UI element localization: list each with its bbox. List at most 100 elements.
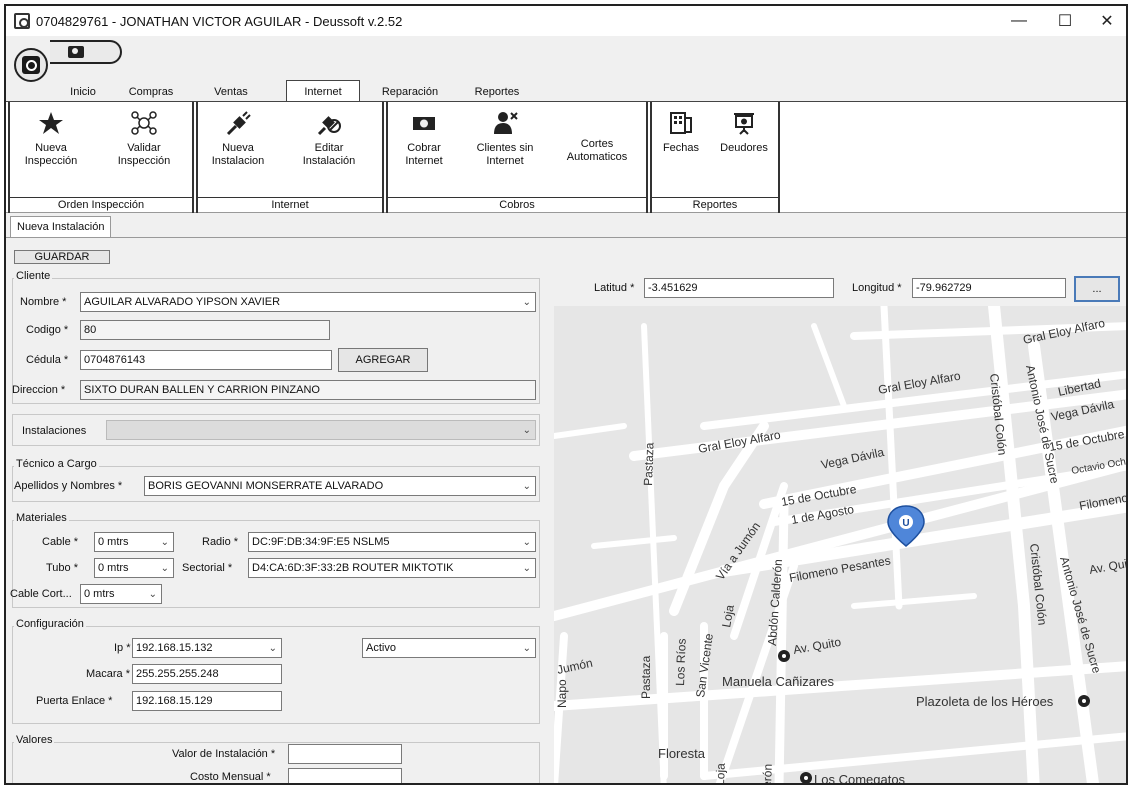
tab-reportes[interactable]: Reportes bbox=[462, 82, 532, 102]
map-street-label: Loja bbox=[713, 763, 728, 785]
cedula-field[interactable]: 0704876143 bbox=[80, 350, 332, 370]
group-label: Internet bbox=[198, 197, 382, 213]
tecnico-legend: Técnico a Cargo bbox=[14, 458, 99, 470]
cable-edit-icon bbox=[317, 116, 341, 136]
chevron-down-icon: ⌄ bbox=[522, 643, 531, 654]
puerta-enlace-field[interactable]: 192.168.15.129 bbox=[132, 691, 282, 711]
costo-mensual-label: Costo Mensual * bbox=[190, 771, 271, 783]
map-place-label: Floresta bbox=[658, 746, 706, 761]
tab-internet[interactable]: Internet bbox=[286, 80, 360, 102]
chevron-down-icon: ⌄ bbox=[522, 563, 531, 574]
map-picker-button[interactable]: ... bbox=[1074, 276, 1120, 302]
nombre-label: Nombre * bbox=[20, 296, 67, 308]
direccion-label: Direccion * bbox=[12, 384, 66, 396]
radio-label: Radio * bbox=[202, 536, 239, 548]
chevron-down-icon: ⌄ bbox=[522, 297, 531, 308]
tab-ventas[interactable]: Ventas bbox=[196, 82, 266, 102]
tubo-select[interactable]: 0 mtrs ⌄ bbox=[94, 558, 174, 578]
map-street-label: Pastaza bbox=[639, 655, 653, 699]
estado-select[interactable]: Activo ⌄ bbox=[362, 638, 536, 658]
cable-plug-icon bbox=[226, 111, 251, 136]
puerta-enlace-label: Puerta Enlace * bbox=[36, 695, 113, 707]
tab-inicio[interactable]: Inicio bbox=[58, 82, 108, 102]
camera-icon[interactable] bbox=[68, 46, 84, 58]
map-view[interactable]: Gral Eloy Alfaro Gral Eloy Alfaro Gral E… bbox=[554, 306, 1128, 785]
network-icon bbox=[131, 111, 157, 135]
cable-cort-label: Cable Cort... bbox=[10, 588, 72, 600]
nombre-select[interactable]: AGUILAR ALVARADO YIPSON XAVIER ⌄ bbox=[80, 292, 536, 312]
sectorial-label: Sectorial * bbox=[182, 562, 233, 574]
longitud-label: Longitud * bbox=[852, 282, 902, 294]
latitud-field[interactable]: -3.451629 bbox=[644, 278, 834, 298]
tab-compras[interactable]: Compras bbox=[116, 82, 186, 102]
sectorial-select[interactable]: D4:CA:6D:3F:33:2B ROUTER MIKTOTIK ⌄ bbox=[248, 558, 536, 578]
tubo-label: Tubo * bbox=[46, 562, 79, 574]
valores-section bbox=[12, 742, 540, 783]
chevron-down-icon: ⌄ bbox=[268, 643, 277, 654]
tecnico-select[interactable]: BORIS GEOVANNI MONSERRATE ALVARADO ⌄ bbox=[144, 476, 536, 496]
minimize-button[interactable]: — bbox=[996, 6, 1042, 36]
title-bar: 0704829761 - JONATHAN VICTOR AGUILAR - D… bbox=[6, 6, 1126, 36]
map-street-label: erón bbox=[760, 764, 775, 785]
map-street-label: Pastaza bbox=[641, 442, 657, 486]
validar-inspeccion-button[interactable]: Validar Inspección bbox=[106, 108, 182, 168]
app-logo-icon bbox=[14, 13, 30, 29]
close-button[interactable]: ✕ bbox=[1084, 6, 1126, 36]
valores-legend: Valores bbox=[14, 734, 55, 746]
group-cobros: Cobrar Internet Clientes sin Internet Co… bbox=[386, 102, 648, 213]
cable-select[interactable]: 0 mtrs ⌄ bbox=[94, 532, 174, 552]
group-label: Reportes bbox=[652, 197, 778, 213]
radio-select[interactable]: DC:9F:DB:34:9F:E5 NSLM5 ⌄ bbox=[248, 532, 536, 552]
editar-instalacion-button[interactable]: Editar Instalación bbox=[288, 108, 370, 168]
valor-instalacion-field[interactable] bbox=[288, 744, 402, 764]
chevron-down-icon: ⌄ bbox=[522, 481, 531, 492]
latitud-label: Latitud * bbox=[594, 282, 635, 294]
ip-select[interactable]: 192.168.15.132 ⌄ bbox=[132, 638, 282, 658]
cliente-legend: Cliente bbox=[14, 270, 53, 282]
chevron-down-icon: ⌄ bbox=[160, 563, 169, 574]
presentation-icon bbox=[734, 113, 754, 135]
quick-access-toolbar bbox=[50, 40, 122, 64]
agregar-button[interactable]: AGREGAR bbox=[338, 348, 428, 372]
cable-label: Cable * bbox=[42, 536, 79, 548]
chevron-down-icon: ⌄ bbox=[522, 537, 531, 548]
macara-field[interactable]: 255.255.255.248 bbox=[132, 664, 282, 684]
tab-nueva-instalacion[interactable]: Nueva Instalación bbox=[10, 216, 112, 238]
instalaciones-select[interactable]: ⌄ bbox=[106, 420, 536, 440]
cobrar-internet-button[interactable]: Cobrar Internet bbox=[392, 108, 456, 168]
tecnico-label: Apellidos y Nombres * bbox=[14, 480, 123, 492]
guardar-button[interactable]: GUARDAR bbox=[14, 250, 110, 264]
app-window: 0704829761 - JONATHAN VICTOR AGUILAR - D… bbox=[4, 4, 1128, 785]
ip-label: Ip * bbox=[114, 642, 131, 654]
nueva-inspeccion-button[interactable]: Nueva Inspección bbox=[16, 108, 86, 168]
configuracion-legend: Configuración bbox=[14, 618, 86, 630]
direccion-field[interactable]: SIXTO DURAN BALLEN Y CARRION PINZANO bbox=[80, 380, 536, 400]
chevron-down-icon: ⌄ bbox=[160, 537, 169, 548]
fechas-button[interactable]: Fechas bbox=[656, 108, 706, 155]
calendar-icon bbox=[670, 112, 692, 134]
deudores-button[interactable]: Deudores bbox=[714, 108, 774, 155]
chevron-down-icon: ⌄ bbox=[148, 589, 157, 600]
tab-reparacion[interactable]: Reparación bbox=[370, 82, 450, 102]
street-map[interactable]: Gral Eloy Alfaro Gral Eloy Alfaro Gral E… bbox=[554, 306, 1128, 785]
cable-cort-select[interactable]: 0 mtrs ⌄ bbox=[80, 584, 162, 604]
costo-mensual-field[interactable] bbox=[288, 768, 402, 783]
longitud-field[interactable]: -79.962729 bbox=[912, 278, 1066, 298]
window-title: 0704829761 - JONATHAN VICTOR AGUILAR - D… bbox=[36, 13, 403, 29]
group-internet: Nueva Instalacion Editar Instalación Int… bbox=[196, 102, 384, 213]
star-tool-icon bbox=[39, 112, 63, 134]
map-place-label: Plazoleta de los Héroes bbox=[916, 694, 1054, 709]
codigo-field[interactable]: 80 bbox=[80, 320, 330, 340]
cedula-label: Cédula * bbox=[26, 354, 69, 366]
nueva-instalacion-button[interactable]: Nueva Instalacion bbox=[202, 108, 274, 168]
money-icon bbox=[413, 117, 435, 130]
cortes-automaticos-button[interactable]: Cortes Automaticos bbox=[554, 138, 640, 164]
ribbon: Nueva Inspección Validar Inspección Orde… bbox=[6, 101, 1126, 213]
group-label: Cobros bbox=[388, 197, 646, 213]
application-menu-button[interactable] bbox=[14, 48, 48, 82]
maximize-button[interactable]: ☐ bbox=[1042, 6, 1088, 36]
map-street-label: Los Ríos bbox=[673, 638, 689, 686]
clientes-sin-internet-button[interactable]: Clientes sin Internet bbox=[468, 108, 542, 168]
user-x-icon bbox=[494, 112, 518, 134]
macara-label: Macara * bbox=[86, 668, 131, 680]
